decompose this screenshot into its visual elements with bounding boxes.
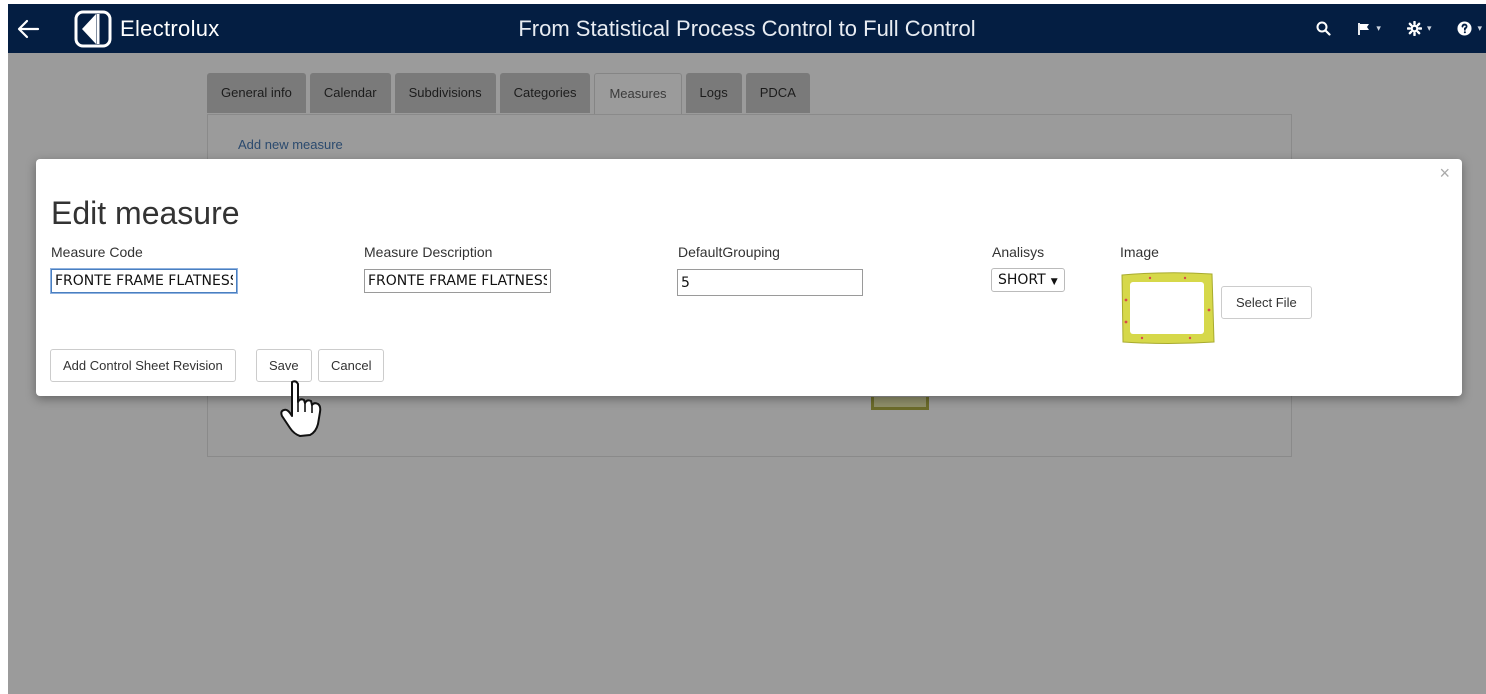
chevron-down-icon: ▾ [1477,23,1482,33]
tab-logs[interactable]: Logs [685,73,742,113]
flag-menu[interactable]: ▾ [1357,22,1381,36]
tab-measures[interactable]: Measures [594,73,682,115]
image-label: Image [1120,244,1159,260]
close-icon[interactable]: × [1439,163,1450,184]
flag-icon [1358,22,1370,35]
measure-description-input[interactable] [364,269,551,293]
tab-categories[interactable]: Categories [499,73,591,113]
analisys-selected-value: SHORT [998,272,1046,288]
edit-measure-modal: × Edit measure Measure Code Measure Desc… [36,159,1462,396]
chevron-down-icon: ▾ [1426,23,1432,33]
gear-icon [1406,21,1422,36]
chevron-down-icon: ▾ [1376,23,1381,33]
search-icon [1316,21,1332,36]
tab-calendar[interactable]: Calendar [309,73,391,113]
analisys-label: Analisys [992,244,1045,260]
measure-image-thumbnail [1120,270,1216,346]
top-navbar: Electrolux From Statistical Process Cont… [8,4,1486,53]
help-icon [1457,21,1472,36]
default-grouping-label: DefaultGrouping [678,244,780,260]
default-grouping-input[interactable] [677,269,863,296]
background-image-thumbnail [871,397,929,410]
app-title: From Statistical Process Control to Full… [518,16,976,41]
modal-title: Edit measure [51,195,240,231]
brand-name: Electrolux [120,16,220,41]
analisys-select[interactable]: SHORT ▼ [991,268,1065,292]
measure-description-label: Measure Description [364,244,493,260]
search-button[interactable] [1316,21,1332,36]
measure-code-label: Measure Code [51,244,143,260]
app-frame: Electrolux From Statistical Process Cont… [8,4,1486,694]
tab-subdivisions[interactable]: Subdivisions [394,73,496,113]
tab-bar: General info Calendar Subdivisions Categ… [207,73,814,115]
tab-pdca[interactable]: PDCA [745,73,810,113]
settings-menu[interactable]: ▾ [1406,21,1432,36]
electrolux-logo-icon [74,10,112,48]
help-menu[interactable]: ▾ [1457,21,1482,36]
hand-pointer-icon [280,380,322,437]
select-file-button[interactable]: Select File [1221,286,1312,319]
measure-code-input[interactable] [51,269,237,293]
add-new-measure-link[interactable]: Add new measure [238,137,343,152]
cancel-button[interactable]: Cancel [318,349,385,382]
dropdown-arrow-icon: ▼ [1050,277,1058,287]
tab-general-info[interactable]: General info [207,73,306,113]
brand-logo[interactable]: Electrolux [74,10,220,48]
add-control-sheet-revision-button[interactable]: Add Control Sheet Revision [50,349,236,382]
navbar-actions: ▾ ▾ ▾ [1316,4,1486,53]
back-arrow-icon[interactable] [16,18,40,40]
